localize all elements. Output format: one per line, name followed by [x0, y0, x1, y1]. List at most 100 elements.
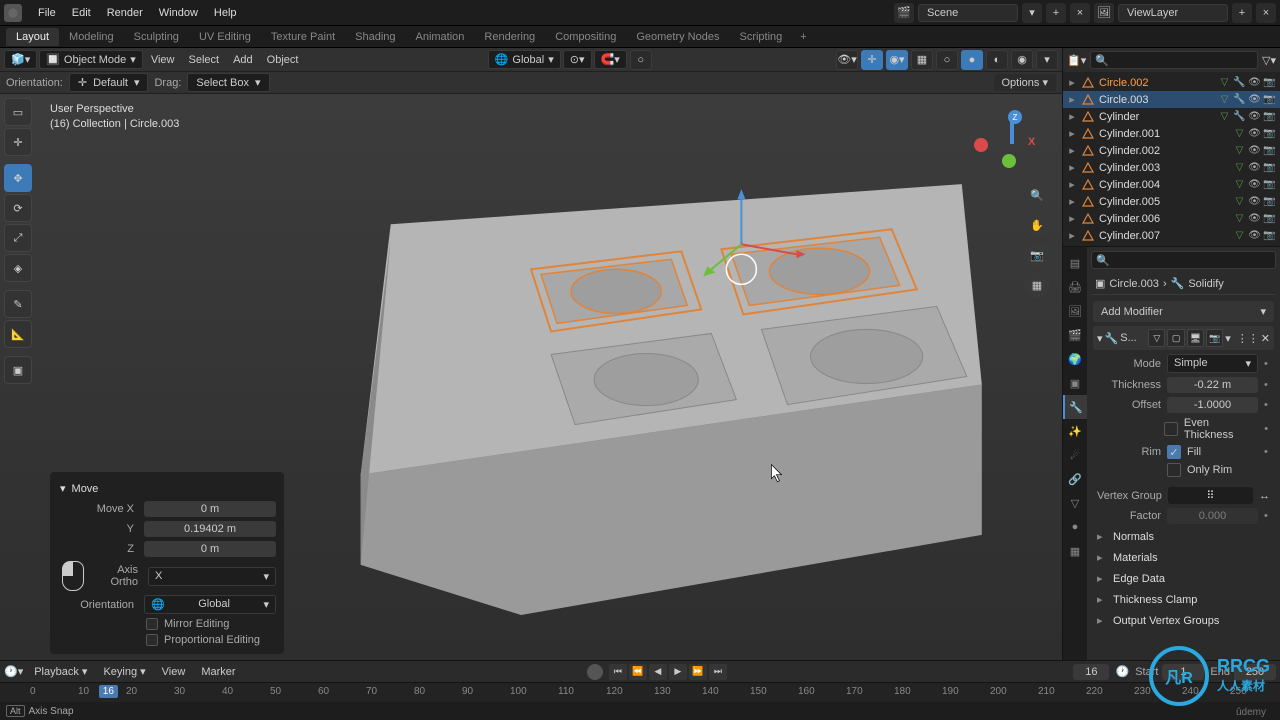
disable-render-icon[interactable]: 📷 — [1263, 195, 1276, 208]
hide-viewport-icon[interactable]: 👁 — [1248, 161, 1261, 174]
expand-icon[interactable]: ▸ — [1067, 93, 1077, 106]
scene-new-icon[interactable]: + — [1046, 3, 1066, 23]
shade-rendered-icon[interactable]: ◉ — [1011, 50, 1033, 70]
viewlayer-icon[interactable]: 🖼 — [1094, 3, 1114, 23]
outliner-item[interactable]: ▸Cylinder▽🔧👁📷 — [1063, 108, 1280, 125]
viewlayer-del-icon[interactable]: × — [1256, 3, 1276, 23]
menu-object[interactable]: Object — [261, 54, 305, 66]
add-modifier-button[interactable]: Add Modifier▾ — [1093, 301, 1274, 322]
modifier-badge-icon[interactable]: 🔧 — [1233, 76, 1246, 89]
3d-viewport[interactable]: User Perspective (16) Collection | Circl… — [0, 94, 1062, 660]
expand-icon[interactable]: ▸ — [1067, 229, 1077, 242]
hide-viewport-icon[interactable]: 👁 — [1248, 110, 1261, 123]
outliner-item[interactable]: ▸Cylinder.007▽👁📷 — [1063, 227, 1280, 244]
move-y-field[interactable]: 0.19402 m — [144, 521, 276, 537]
hide-viewport-icon[interactable]: 👁 — [1248, 127, 1261, 140]
outliner-search[interactable]: 🔍 — [1090, 51, 1258, 69]
mesh-data-icon[interactable]: ▽ — [1233, 127, 1246, 140]
hide-viewport-icon[interactable]: 👁 — [1248, 212, 1261, 225]
gizmo-toggle-icon[interactable]: ✛ — [861, 50, 883, 70]
modifier-name-field[interactable]: S... — [1120, 332, 1146, 344]
timeline-marker[interactable]: Marker — [196, 666, 240, 678]
mesh-data-icon[interactable]: ▽ — [1218, 110, 1231, 123]
nav-persp-icon[interactable]: ▦ — [1024, 272, 1050, 298]
axis-ortho-select[interactable]: X▾ — [148, 567, 276, 586]
modifier-badge-icon[interactable]: 🔧 — [1233, 110, 1246, 123]
hide-viewport-icon[interactable]: 👁 — [1248, 93, 1261, 106]
play-reverse-icon[interactable]: ◀ — [649, 664, 667, 680]
shade-wire-icon[interactable]: ○ — [936, 50, 958, 70]
mode-select[interactable]: Simple▾ — [1167, 354, 1258, 373]
vg-invert-icon[interactable]: ↔ — [1259, 490, 1270, 502]
menu-window[interactable]: Window — [151, 7, 206, 19]
tab-rendering[interactable]: Rendering — [474, 28, 545, 46]
xray-icon[interactable]: ▦ — [911, 50, 933, 70]
even-thickness-check[interactable] — [1164, 422, 1178, 436]
outliner-item[interactable]: ▸Cylinder.005▽👁📷 — [1063, 193, 1280, 210]
offset-field[interactable]: -1.0000 — [1167, 397, 1258, 413]
tab-modeling[interactable]: Modeling — [59, 28, 124, 46]
tab-geonodes[interactable]: Geometry Nodes — [626, 28, 729, 46]
menu-select[interactable]: Select — [182, 54, 225, 66]
nav-pan-icon[interactable]: ✋ — [1024, 212, 1050, 238]
drag-value[interactable]: Select Box▾ — [187, 73, 269, 92]
section-edge-data[interactable]: ▸Edge Data — [1091, 568, 1276, 589]
tab-scripting[interactable]: Scripting — [729, 28, 792, 46]
hide-viewport-icon[interactable]: 👁 — [1248, 144, 1261, 157]
outliner-item[interactable]: ▸Cylinder.006▽👁📷 — [1063, 210, 1280, 227]
disable-render-icon[interactable]: 📷 — [1263, 76, 1276, 89]
tab-add-icon[interactable]: + — [792, 31, 814, 43]
autokey-icon[interactable] — [587, 664, 603, 680]
proptab-output-icon[interactable]: 🖨 — [1063, 275, 1087, 299]
collapse-icon[interactable]: ▾ — [1097, 332, 1103, 345]
outliner-item[interactable]: ▸Circle.003▽🔧👁📷 — [1063, 91, 1280, 108]
play-icon[interactable]: ▶ — [669, 664, 687, 680]
jump-end-icon[interactable]: ⏭ — [709, 664, 727, 680]
overlays-icon[interactable]: ◉▾ — [886, 50, 908, 70]
outliner-item[interactable]: ▸Cylinder.002▽👁📷 — [1063, 142, 1280, 159]
menu-view[interactable]: View — [145, 54, 181, 66]
disable-render-icon[interactable]: 📷 — [1263, 161, 1276, 174]
proportional-edit-icon[interactable]: ○ — [630, 50, 652, 70]
hide-viewport-icon[interactable]: 👁 — [1248, 229, 1261, 242]
vertex-group-field[interactable]: ⠿ — [1168, 487, 1253, 504]
proptab-particles-icon[interactable]: ✨ — [1063, 419, 1087, 443]
proptab-scene-icon[interactable]: 🎬 — [1063, 323, 1087, 347]
orientation-value[interactable]: ✛Default▾ — [69, 73, 149, 92]
snap-select[interactable]: 🧲▾ — [594, 50, 627, 69]
keyframe-next-icon[interactable]: ⏩ — [689, 664, 707, 680]
proptab-world-icon[interactable]: 🌍 — [1063, 347, 1087, 371]
visibility-icon[interactable]: 👁▾ — [836, 50, 858, 70]
blender-logo-icon[interactable] — [4, 4, 22, 22]
playhead[interactable]: 16 — [99, 685, 118, 698]
end-frame-field[interactable]: 250 — [1234, 664, 1276, 680]
factor-field[interactable]: 0.000 — [1167, 508, 1258, 524]
nav-zoom-icon[interactable]: 🔍 — [1024, 182, 1050, 208]
tab-shading[interactable]: Shading — [345, 28, 405, 46]
mesh-data-icon[interactable]: ▽ — [1233, 161, 1246, 174]
expand-icon[interactable]: ▸ — [1067, 161, 1077, 174]
proportional-editing-check[interactable]: Proportional Editing — [50, 632, 284, 648]
editor-type-select[interactable]: 🧊▾ — [4, 50, 37, 69]
proptab-object-icon[interactable]: ▣ — [1063, 371, 1087, 395]
mode-select[interactable]: 🔲Object Mode▾ — [39, 50, 143, 69]
fill-rim-check[interactable]: ✓ — [1167, 445, 1181, 459]
shade-matprev-icon[interactable]: ◐ — [986, 50, 1008, 70]
outliner-item[interactable]: ▸Cylinder.003▽👁📷 — [1063, 159, 1280, 176]
scene-browse-icon[interactable]: ▾ — [1022, 3, 1042, 23]
only-rim-check[interactable] — [1167, 463, 1181, 477]
mod-grip-icon[interactable]: ⋮⋮ — [1237, 332, 1259, 345]
proptab-modifiers-icon[interactable]: 🔧 — [1063, 395, 1087, 419]
nav-camera-icon[interactable]: 📷 — [1024, 242, 1050, 268]
section-thickness-clamp[interactable]: ▸Thickness Clamp — [1091, 589, 1276, 610]
tab-layout[interactable]: Layout — [6, 28, 59, 46]
mod-extras-icon[interactable]: ▾ — [1225, 332, 1231, 345]
scene-name-field[interactable]: Scene — [918, 4, 1018, 22]
move-operator-panel[interactable]: ▾Move Move X0 m Y0.19402 m Z0 m Axis Ort… — [50, 472, 284, 654]
expand-icon[interactable]: ▸ — [1067, 127, 1077, 140]
mesh-data-icon[interactable]: ▽ — [1233, 195, 1246, 208]
move-z-field[interactable]: 0 m — [144, 541, 276, 557]
proptab-material-icon[interactable]: ● — [1063, 515, 1087, 539]
tab-sculpting[interactable]: Sculpting — [124, 28, 189, 46]
timeline-ruler[interactable]: 0101620304050607080901001101201301401501… — [0, 682, 1280, 702]
